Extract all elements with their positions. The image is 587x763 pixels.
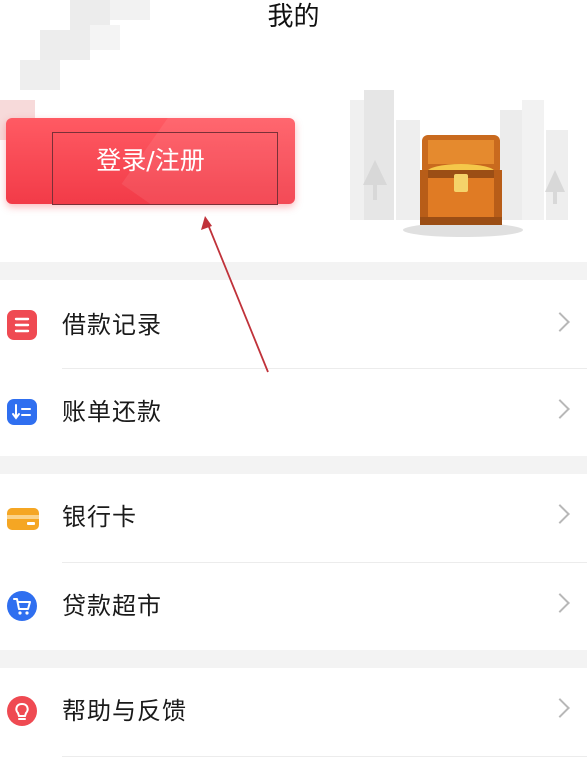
menu-item-bank-card[interactable]: 银行卡 <box>0 474 587 560</box>
bill-sort-icon <box>7 399 37 425</box>
chevron-right-icon <box>550 504 570 524</box>
profile-header: 我的 登录/注册 <box>0 0 587 262</box>
chevron-right-icon <box>550 698 570 718</box>
chevron-right-icon <box>550 593 570 613</box>
menu-item-label: 账单还款 <box>62 398 162 426</box>
list-icon <box>7 310 37 340</box>
page-title: 我的 <box>267 2 320 32</box>
menu-section-support: 帮助与反馈 <box>0 668 587 763</box>
chevron-right-icon <box>550 399 570 419</box>
menu-item-help-feedback[interactable]: 帮助与反馈 <box>0 668 587 754</box>
menu-section-records: 借款记录 账单还款 <box>0 280 587 456</box>
lightbulb-icon <box>7 696 37 726</box>
treasure-chest-illustration <box>350 90 568 237</box>
menu-item-loan-records[interactable]: 借款记录 <box>0 282 587 368</box>
shopping-cart-icon <box>7 591 37 621</box>
menu-item-label: 借款记录 <box>62 311 162 339</box>
menu-item-loan-market[interactable]: 贷款超市 <box>0 563 587 649</box>
menu-item-label: 贷款超市 <box>62 592 162 620</box>
bank-card-icon <box>7 508 39 530</box>
menu-item-bill-repayment[interactable]: 账单还款 <box>0 369 587 455</box>
menu-item-label: 银行卡 <box>62 503 137 531</box>
menu-section-finance: 银行卡 贷款超市 <box>0 474 587 650</box>
highlight-box <box>52 132 278 205</box>
menu-item-label: 帮助与反馈 <box>62 697 187 725</box>
chevron-right-icon <box>550 312 570 332</box>
divider <box>62 756 587 757</box>
